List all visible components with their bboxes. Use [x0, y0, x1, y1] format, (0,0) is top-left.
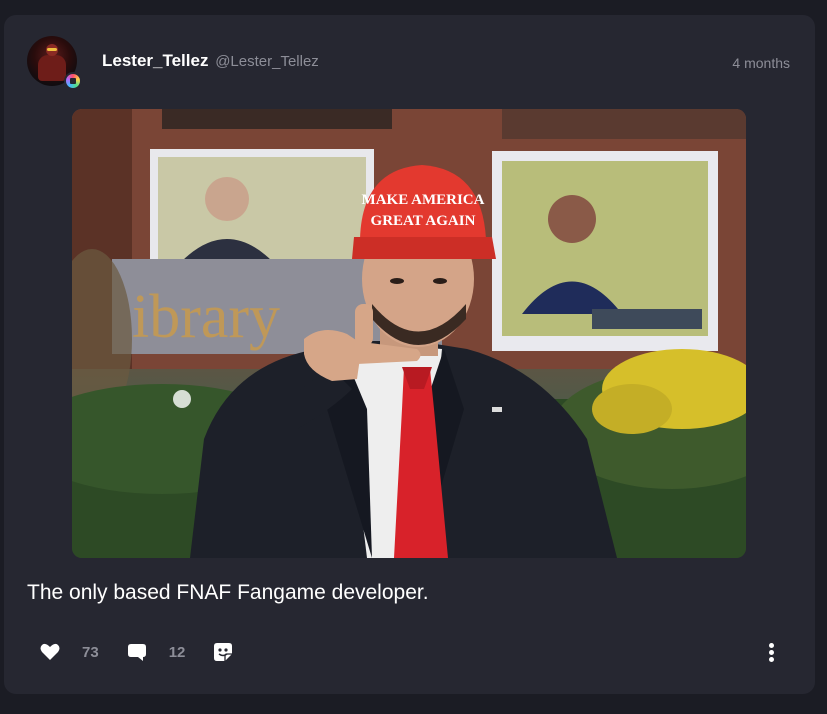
avatar-figure-glow: [47, 48, 57, 51]
heart-icon: [40, 643, 60, 660]
author-display-name[interactable]: Lester_Tellez: [102, 51, 208, 70]
hat-text-line1: MAKE AMERICA: [362, 192, 485, 208]
post-image[interactable]: ibrary MAKE AMERICA GREAT AGAIN: [72, 109, 746, 558]
post-card: Lester_Tellez @Lester_Tellez 4 months ib…: [4, 15, 815, 694]
kebab-menu-icon[interactable]: [769, 643, 775, 663]
comment-count: 12: [168, 643, 186, 661]
react-button[interactable]: [213, 642, 233, 662]
avatar-figure-body: [38, 55, 66, 81]
post-image-scene: ibrary MAKE AMERICA GREAT AGAIN: [72, 109, 746, 558]
hat-text-line2: GREAT AGAIN: [371, 213, 476, 229]
emoji-sticker-icon: [214, 643, 233, 661]
comment-bubble-icon: [127, 644, 146, 661]
like-count: 73: [82, 643, 99, 661]
comment-button[interactable]: 12: [127, 642, 186, 662]
author-handle[interactable]: @Lester_Tellez: [215, 53, 319, 70]
like-button[interactable]: 73: [40, 643, 99, 661]
post-action-bar: 73 12: [40, 641, 233, 663]
post-body-text: The only based FNAF Fangame developer.: [27, 581, 429, 604]
sign-text: ibrary: [132, 283, 280, 351]
author-line: Lester_Tellez @Lester_Tellez: [102, 51, 319, 71]
verified-badge-icon: [64, 72, 82, 90]
post-timestamp[interactable]: 4 months: [732, 55, 790, 71]
